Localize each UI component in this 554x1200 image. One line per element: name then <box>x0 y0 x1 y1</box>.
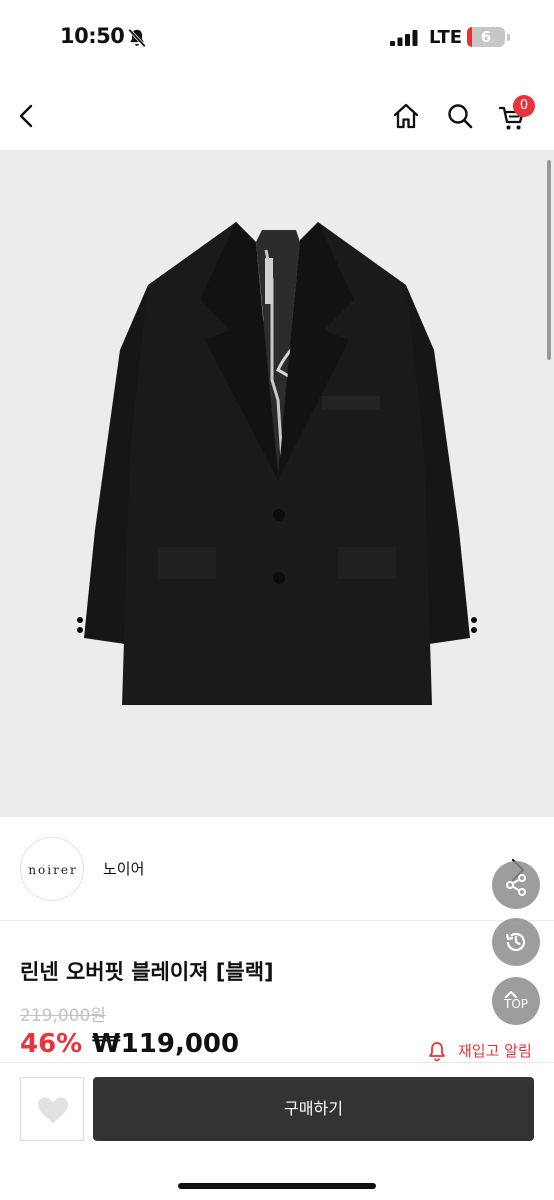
search-icon[interactable] <box>446 102 474 130</box>
network-type: LTE <box>429 27 463 48</box>
scroll-top-button[interactable]: TOP <box>492 977 540 1025</box>
seller-logo[interactable]: noirer <box>20 837 84 901</box>
history-icon <box>505 932 526 952</box>
battery-cap <box>507 34 510 41</box>
home-icon[interactable] <box>392 102 420 130</box>
discount-rate: 46% <box>20 1029 83 1059</box>
battery-level: 6 <box>480 28 492 46</box>
seller-row[interactable]: noirer 노이어 <box>0 817 554 921</box>
heart-icon <box>38 1097 68 1123</box>
scroll-indicator[interactable] <box>547 160 551 360</box>
status-bar: 10:50 LTE 6 <box>0 0 554 76</box>
back-icon[interactable] <box>14 102 40 130</box>
bell-icon <box>429 1042 445 1061</box>
product-title: 린넨 오버핏 블레이져 [블랙] <box>20 960 274 984</box>
status-time: 10:50 <box>60 24 125 48</box>
original-price: 219,000원 <box>20 1006 106 1026</box>
share-icon <box>506 874 526 896</box>
signal-icon <box>390 30 418 46</box>
buy-button[interactable]: 구매하기 <box>93 1077 534 1141</box>
restock-label: 재입고 알림 <box>458 1042 532 1060</box>
wishlist-button[interactable] <box>20 1077 84 1141</box>
sale-price: ₩119,000 <box>92 1029 240 1059</box>
bell-off-icon <box>128 28 146 48</box>
seller-name[interactable]: 노이어 <box>103 858 144 879</box>
bottom-bar: 구매하기 <box>0 1062 554 1200</box>
share-button[interactable] <box>492 861 540 909</box>
product-image[interactable] <box>0 150 554 817</box>
blazer-image <box>77 222 477 705</box>
scroll-top-label: TOP <box>503 997 528 1011</box>
cart-count-badge: 0 <box>513 95 535 117</box>
seller-logo-text: noirer <box>28 863 78 877</box>
battery-icon: 6 <box>467 27 505 47</box>
nav-bar <box>0 80 554 150</box>
recently-viewed-button[interactable] <box>492 918 540 966</box>
home-indicator[interactable] <box>178 1183 376 1189</box>
